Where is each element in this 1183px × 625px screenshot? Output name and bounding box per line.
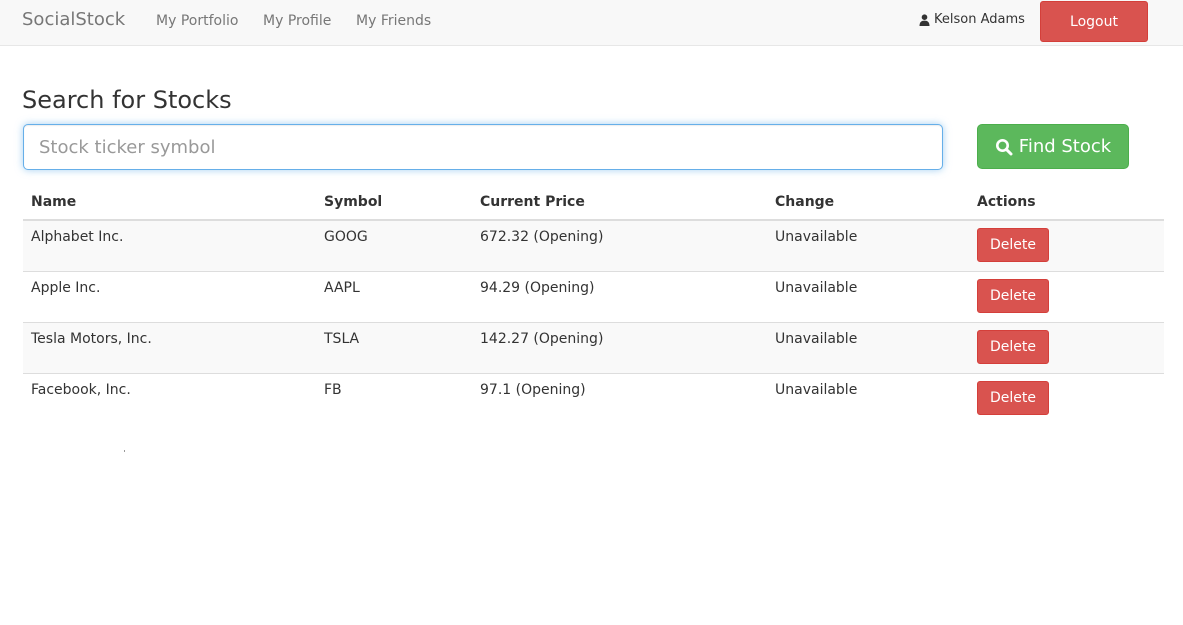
column-header-current-price: Current Price [472, 184, 767, 221]
stock-name-cell: Tesla Motors, Inc. [23, 321, 316, 373]
nav-link-my-portfolio[interactable]: My Portfolio [156, 13, 238, 29]
stock-search-input[interactable] [23, 124, 943, 170]
column-header-change: Change [767, 184, 969, 221]
actions-cell: Delete [969, 321, 1164, 373]
current-user: Kelson Adams [919, 12, 1025, 27]
stock-price-cell: 142.27 (Opening) [472, 321, 767, 373]
table-row: Facebook, Inc. FB 97.1 (Opening) Unavail… [23, 372, 1164, 424]
actions-cell: Delete [969, 372, 1164, 424]
stock-symbol-cell: GOOG [324, 229, 368, 245]
search-icon [995, 138, 1013, 156]
delete-button[interactable]: Delete [977, 228, 1049, 262]
page-title: Search for Stocks [22, 86, 232, 114]
stock-change-cell: Unavailable [767, 321, 969, 373]
stock-change-cell: Unavailable [767, 372, 969, 424]
nav-link-my-friends[interactable]: My Friends [356, 13, 431, 29]
brand-link[interactable]: SocialStock [22, 9, 125, 30]
table-row: Alphabet Inc. GOOG 672.32 (Opening) Unav… [23, 220, 1164, 271]
stray-mark [124, 450, 125, 452]
stock-change-cell: Unavailable [767, 270, 969, 322]
delete-button[interactable]: Delete [977, 329, 1049, 364]
stock-change-cell: Unavailable [775, 229, 858, 245]
table-header-row: Name Symbol Current Price Change Actions [23, 184, 1164, 221]
user-icon [919, 13, 930, 26]
stock-price-cell: 672.32 (Opening) [480, 229, 604, 245]
actions-cell: Delete [969, 220, 1164, 271]
stock-name-cell: Apple Inc. [23, 270, 316, 322]
table-row: Tesla Motors, Inc. TSLA 142.27 (Opening)… [23, 321, 1164, 373]
user-name: Kelson Adams [934, 12, 1025, 27]
stock-symbol-cell: AAPL [316, 270, 472, 322]
find-stock-button[interactable]: Find Stock [977, 124, 1129, 169]
stock-price-cell: 94.29 (Opening) [472, 270, 767, 322]
delete-button[interactable]: Delete [977, 380, 1049, 415]
stock-name-cell: Facebook, Inc. [23, 372, 316, 424]
stock-price-cell: 97.1 (Opening) [472, 372, 767, 424]
nav-link-my-profile[interactable]: My Profile [263, 13, 331, 29]
find-stock-label: Find Stock [1018, 136, 1112, 157]
portfolio-table: Name Symbol Current Price Change Actions… [23, 184, 1164, 424]
actions-cell: Delete [969, 270, 1164, 322]
column-header-actions: Actions [969, 184, 1164, 221]
stock-symbol-cell: TSLA [316, 321, 472, 373]
stock-symbol-cell: FB [316, 372, 472, 424]
table-row: Apple Inc. AAPL 94.29 (Opening) Unavaila… [23, 270, 1164, 322]
column-header-name: Name [23, 184, 316, 221]
delete-button[interactable]: Delete [977, 278, 1049, 313]
column-header-symbol: Symbol [316, 184, 472, 221]
logout-button[interactable]: Logout [1040, 1, 1148, 42]
stock-name-cell: Alphabet Inc. [31, 229, 124, 245]
navbar: SocialStock My Portfolio My Profile My F… [0, 0, 1183, 46]
